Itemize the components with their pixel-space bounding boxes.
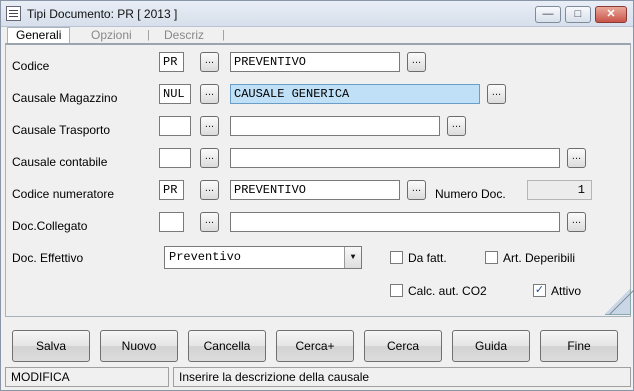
cerca-button[interactable]: Cerca xyxy=(364,330,442,362)
tab-separator: | xyxy=(222,29,225,41)
status-mode: MODIFICA xyxy=(5,367,169,387)
doc-effettivo-select[interactable]: Preventivo ▼ xyxy=(164,246,362,269)
doc-collegato-lookup-button[interactable]: ... xyxy=(200,212,219,232)
title-bar: Tipi Documento: PR [ 2013 ] — □ ✕ xyxy=(1,1,633,27)
causale-magazzino-label: Causale Magazzino xyxy=(12,91,118,105)
causale-trasporto-label: Causale Trasporto xyxy=(12,123,111,137)
causale-trasporto-code-field[interactable] xyxy=(159,116,191,136)
doc-effettivo-value: Preventivo xyxy=(169,250,242,264)
doc-collegato-description-lookup-button[interactable]: ... xyxy=(567,212,586,232)
art-deperibili-label: Art. Deperibili xyxy=(503,251,576,265)
causale-magazzino-description-field[interactable]: CAUSALE GENERICA xyxy=(230,84,480,104)
status-message: Inserire la descrizione della causale xyxy=(173,367,631,387)
close-button[interactable]: ✕ xyxy=(595,6,627,23)
codice-numeratore-description-lookup-button[interactable]: ... xyxy=(407,180,426,200)
codice-lookup-button[interactable]: ... xyxy=(200,52,219,72)
art-deperibili-checkbox[interactable] xyxy=(485,251,498,264)
cerca-plus-button[interactable]: Cerca+ xyxy=(276,330,354,362)
codice-code-field[interactable]: PR xyxy=(159,52,184,72)
tab-generali[interactable]: Generali xyxy=(7,27,71,44)
tab-opzioni[interactable]: Opzioni xyxy=(91,28,132,44)
causale-contabile-description-lookup-button[interactable]: ... xyxy=(567,148,586,168)
nuovo-button[interactable]: Nuovo xyxy=(100,330,178,362)
causale-contabile-lookup-button[interactable]: ... xyxy=(200,148,219,168)
codice-numeratore-description-field[interactable]: PREVENTIVO xyxy=(230,180,400,200)
codice-label: Codice xyxy=(12,59,50,73)
doc-effettivo-label: Doc. Effettivo xyxy=(12,251,84,265)
chevron-down-icon[interactable]: ▼ xyxy=(344,247,361,268)
fine-button[interactable]: Fine xyxy=(540,330,618,362)
attivo-checkbox[interactable]: ✓ xyxy=(533,284,546,297)
tab-separator: | xyxy=(147,29,150,41)
calc-aut-co2-checkbox[interactable] xyxy=(390,284,403,297)
causale-contabile-description-field[interactable] xyxy=(230,148,560,168)
causale-trasporto-description-lookup-button[interactable]: ... xyxy=(447,116,466,136)
status-bar: MODIFICA Inserire la descrizione della c… xyxy=(5,367,631,387)
causale-trasporto-lookup-button[interactable]: ... xyxy=(200,116,219,136)
window-title: Tipi Documento: PR [ 2013 ] xyxy=(27,7,178,21)
tab-descriz[interactable]: Descriz xyxy=(164,28,204,44)
calc-aut-co2-label: Calc. aut. CO2 xyxy=(408,284,487,298)
page-fold-icon xyxy=(605,289,631,315)
doc-collegato-label: Doc.Collegato xyxy=(12,219,88,233)
numero-doc-field: 1 xyxy=(527,180,592,200)
codice-description-field[interactable]: PREVENTIVO xyxy=(230,52,400,72)
da-fatt-label: Da fatt. xyxy=(408,251,447,265)
causale-contabile-label: Causale contabile xyxy=(12,155,108,169)
doc-collegato-description-field[interactable] xyxy=(230,212,560,232)
codice-numeratore-code-field[interactable]: PR xyxy=(159,180,184,200)
causale-trasporto-description-field[interactable] xyxy=(230,116,440,136)
doc-collegato-code-field[interactable] xyxy=(159,212,184,232)
da-fatt-checkbox[interactable] xyxy=(390,251,403,264)
causale-magazzino-lookup-button[interactable]: ... xyxy=(200,84,219,104)
numero-doc-label: Numero Doc. xyxy=(435,187,506,201)
document-list-icon xyxy=(6,6,21,21)
salva-button[interactable]: Salva xyxy=(12,330,90,362)
guida-button[interactable]: Guida xyxy=(452,330,530,362)
cancella-button[interactable]: Cancella xyxy=(188,330,266,362)
codice-numeratore-label: Codice numeratore xyxy=(12,187,115,201)
causale-magazzino-code-field[interactable]: NUL xyxy=(159,84,191,104)
attivo-label: Attivo xyxy=(551,284,582,298)
restore-button[interactable]: □ xyxy=(565,6,591,23)
minimize-button[interactable]: — xyxy=(535,6,561,23)
codice-description-lookup-button[interactable]: ... xyxy=(407,52,426,72)
causale-contabile-code-field[interactable] xyxy=(159,148,191,168)
causale-magazzino-description-lookup-button[interactable]: ... xyxy=(487,84,506,104)
window: Tipi Documento: PR [ 2013 ] — □ ✕ Genera… xyxy=(0,0,634,391)
codice-numeratore-lookup-button[interactable]: ... xyxy=(200,180,219,200)
